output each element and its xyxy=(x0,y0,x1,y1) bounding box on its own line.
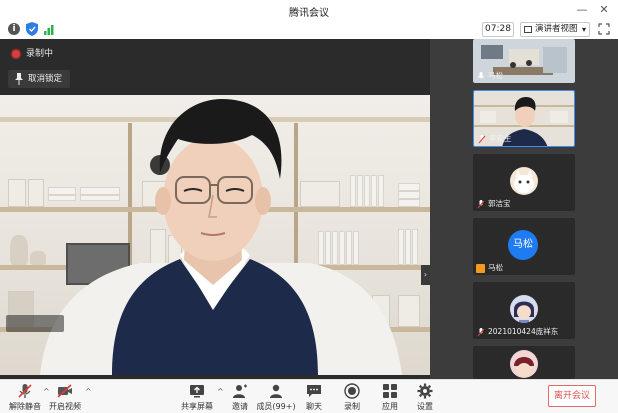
mic-muted-icon xyxy=(478,135,486,144)
invite-icon xyxy=(233,384,247,398)
share-screen-icon xyxy=(190,385,204,398)
layout-icon xyxy=(524,26,532,33)
record-icon xyxy=(344,383,360,399)
speaker-name-tag xyxy=(6,315,64,332)
recording-label: 录制中 xyxy=(26,49,54,59)
share-options-button[interactable]: ^ xyxy=(213,381,224,413)
unmute-button[interactable]: 解除静音 xyxy=(9,381,41,413)
meeting-toolbar: 解除静音 ^ 开启视频 ^ 共享屏幕 ^ 邀请 成员(99+) 聊天 录制 应用… xyxy=(0,379,618,413)
view-mode-label: 演讲者视图 xyxy=(535,24,578,34)
close-button[interactable]: ✕ xyxy=(596,3,612,17)
members-icon xyxy=(270,384,282,398)
chevron-down-icon: ▾ xyxy=(581,25,586,34)
invite-button[interactable]: 邀请 xyxy=(228,381,252,413)
chevron-up-icon: ^ xyxy=(43,387,50,396)
chat-button[interactable]: 聊天 xyxy=(302,381,326,413)
title-bar: 腾讯会议 — ✕ xyxy=(0,0,618,20)
participant-avatar: 马松 xyxy=(508,230,538,260)
window-title: 腾讯会议 xyxy=(289,8,329,19)
unpin-button[interactable]: 取消锁定 xyxy=(8,70,71,88)
record-button[interactable]: 录制 xyxy=(340,381,364,413)
settings-label: 设置 xyxy=(417,402,433,411)
participant-tile-active[interactable]: 李晓生 xyxy=(473,90,575,147)
signal-icon[interactable] xyxy=(44,23,56,35)
participant-name: 马松 xyxy=(476,71,503,81)
video-options-button[interactable]: ^ xyxy=(81,381,92,413)
chevron-up-icon: ^ xyxy=(217,387,224,396)
chat-label: 聊天 xyxy=(306,402,322,411)
participant-name: 马松 xyxy=(488,263,503,272)
start-video-label: 开启视频 xyxy=(49,402,81,411)
speaker-video: › xyxy=(0,95,430,375)
participant-name: 郭洁宝 xyxy=(476,199,511,209)
participant-tile[interactable]: 马松 马松 xyxy=(473,218,575,275)
apps-label: 应用 xyxy=(382,402,398,411)
participant-tile[interactable]: 2021010424庞祥东 xyxy=(473,282,575,339)
meeting-timer: 07:28 xyxy=(482,22,514,37)
chat-icon xyxy=(307,385,321,397)
participant-tile[interactable]: 马松 xyxy=(473,39,575,83)
invite-label: 邀请 xyxy=(232,402,248,411)
unpin-label: 取消锁定 xyxy=(28,74,63,84)
expand-sidebar-handle[interactable]: › xyxy=(421,265,430,285)
meeting-info-icon[interactable]: i xyxy=(8,23,20,35)
record-label: 录制 xyxy=(344,402,360,411)
settings-button[interactable]: 设置 xyxy=(413,381,437,413)
mic-off-icon xyxy=(18,384,32,398)
recording-indicator: 录制中 xyxy=(12,48,53,60)
minimize-button[interactable]: — xyxy=(574,3,590,17)
chevron-up-icon: ^ xyxy=(85,387,92,396)
participant-avatar xyxy=(510,350,538,378)
participant-avatar xyxy=(510,167,538,195)
fullscreen-icon[interactable] xyxy=(598,23,610,35)
camera-off-icon xyxy=(57,384,72,398)
shield-icon[interactable] xyxy=(26,22,38,36)
view-mode-dropdown[interactable]: 演讲者视图 ▾ xyxy=(520,22,590,37)
participant-avatar xyxy=(510,295,538,323)
members-label: 成员(99+) xyxy=(256,402,296,411)
scroll-down-icon[interactable]: ˅ xyxy=(515,346,533,354)
participant-name: 2021010424庞祥东 xyxy=(476,327,558,337)
members-button[interactable]: 成员(99+) xyxy=(256,381,296,413)
mic-muted-icon xyxy=(477,328,485,337)
gear-icon xyxy=(417,383,433,399)
start-video-button[interactable]: 开启视频 xyxy=(49,381,81,413)
apps-icon xyxy=(383,384,397,398)
share-screen-button[interactable]: 共享屏幕 xyxy=(181,381,213,413)
info-bar: i 07:28 演讲者视图 ▾ xyxy=(0,20,618,39)
apps-button[interactable]: 应用 xyxy=(378,381,402,413)
participant-sidebar[interactable]: 马松 李晓生 郭洁宝 马松 马松 2021010424庞祥东 ˅ xyxy=(430,39,618,379)
leave-meeting-button[interactable]: 离开会议 xyxy=(548,385,596,407)
participant-name: 李晓生 xyxy=(477,134,512,144)
speaker-person xyxy=(40,99,402,375)
mic-icon xyxy=(477,72,485,79)
pin-icon xyxy=(15,73,23,85)
main-video-area: 录制中 取消锁定 › xyxy=(0,39,430,379)
record-dot-icon xyxy=(12,50,20,58)
mic-muted-icon xyxy=(477,200,485,209)
participant-tile[interactable]: ˅ xyxy=(473,346,575,379)
participant-tile[interactable]: 郭洁宝 xyxy=(473,154,575,211)
